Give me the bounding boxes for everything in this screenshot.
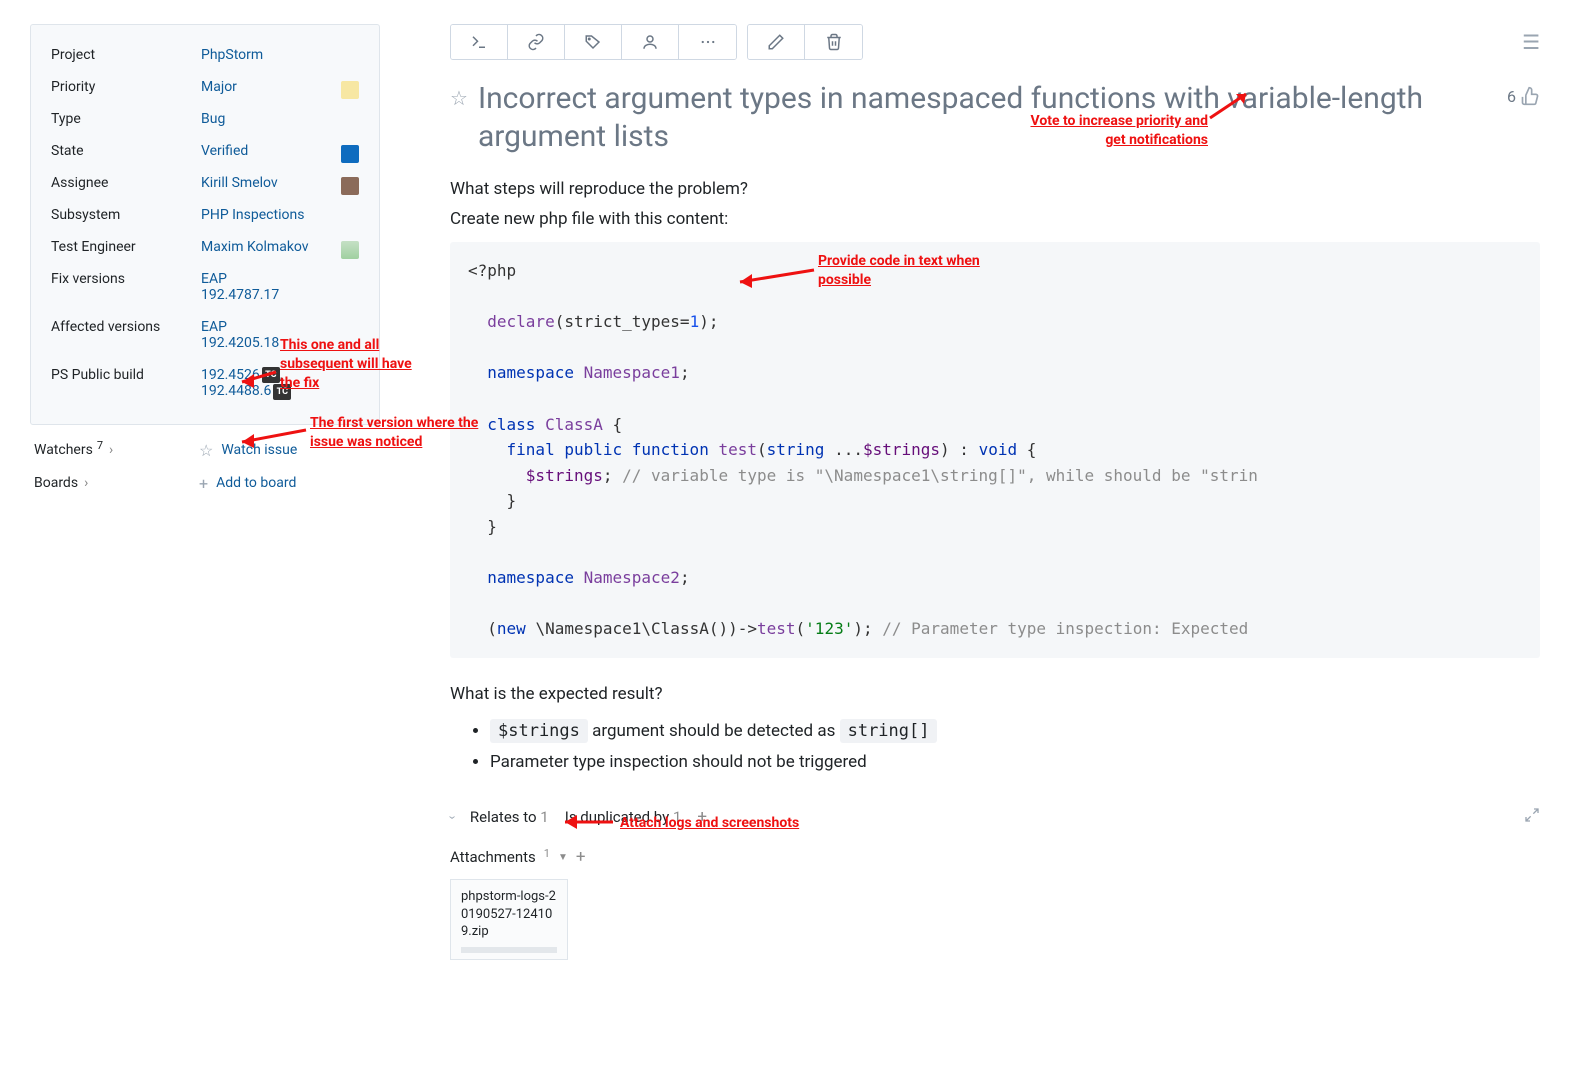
priority-color-chip xyxy=(341,81,359,99)
caret-down-icon[interactable]: ▼ xyxy=(558,852,568,863)
teamcity-icon: TC xyxy=(262,367,280,383)
vote-count: 6 xyxy=(1507,87,1516,106)
field-label-priority: Priority xyxy=(51,79,201,95)
watchers-toggle[interactable]: Watchers7› xyxy=(34,442,199,458)
assignee-avatar xyxy=(341,177,359,195)
affected-versions-eap[interactable]: EAP xyxy=(201,319,227,335)
issue-toolbar: ☰ xyxy=(450,24,1540,60)
ps-build-1[interactable]: 192.4526 xyxy=(201,367,260,383)
field-value-project[interactable]: PhpStorm xyxy=(201,47,263,63)
code-sample: <?php declare(strict_types=1); namespace… xyxy=(450,242,1540,658)
edit-button[interactable] xyxy=(748,25,805,59)
teamcity-icon: TC xyxy=(273,384,291,400)
star-issue-icon[interactable]: ☆ xyxy=(450,86,468,110)
attachment-card[interactable]: phpstorm-logs-20190527-124109.zip xyxy=(450,879,568,960)
reproduce-instruction: Create new php file with this content: xyxy=(450,207,1540,233)
expand-icon[interactable] xyxy=(1524,807,1540,827)
expected-list: $strings argument should be detected as … xyxy=(450,716,1540,777)
field-label-type: Type xyxy=(51,111,201,127)
more-button[interactable] xyxy=(679,25,736,59)
reproduce-question: What steps will reproduce the problem? xyxy=(450,177,1540,203)
add-link-icon[interactable]: + xyxy=(697,807,707,827)
add-attachment-icon[interactable]: + xyxy=(576,847,586,867)
view-mode-icon[interactable]: ☰ xyxy=(1522,30,1540,54)
link-button[interactable] xyxy=(508,25,565,59)
expect-code-1: $strings xyxy=(490,719,588,743)
attachment-filename: phpstorm-logs-20190527-124109.zip xyxy=(461,889,556,939)
field-label-state: State xyxy=(51,143,201,159)
issue-links-row: › Relates to 1 Is duplicated by 1 + xyxy=(450,807,1540,827)
assign-button[interactable] xyxy=(622,25,679,59)
expect-code-2: string[] xyxy=(840,719,938,743)
field-label-project: Project xyxy=(51,47,201,63)
field-value-subsystem[interactable]: PHP Inspections xyxy=(201,207,304,223)
delete-button[interactable] xyxy=(805,25,862,59)
plus-icon: + xyxy=(199,474,208,493)
chevron-right-icon[interactable]: › xyxy=(444,815,459,819)
field-label-subsystem: Subsystem xyxy=(51,207,201,223)
field-label-affected-versions: Affected versions xyxy=(51,319,201,335)
relates-label[interactable]: Relates to xyxy=(470,808,537,826)
field-value-type[interactable]: Bug xyxy=(201,111,225,127)
expect-item-2: Parameter type inspection should not be … xyxy=(490,747,1540,778)
field-label-ps-build: PS Public build xyxy=(51,367,201,383)
tag-button[interactable] xyxy=(565,25,622,59)
field-value-priority[interactable]: Major xyxy=(201,79,237,95)
fix-versions-number[interactable]: 192.4787.17 xyxy=(201,287,279,303)
boards-toggle[interactable]: Boards› xyxy=(34,475,199,491)
field-value-test-engineer[interactable]: Maxim Kolmakov xyxy=(201,239,309,255)
duplicated-label[interactable]: Is duplicated by xyxy=(565,808,669,826)
ps-build-2[interactable]: 192.4488.6 xyxy=(201,383,271,399)
expected-question: What is the expected result? xyxy=(450,684,1540,704)
star-outline-icon: ☆ xyxy=(199,441,213,460)
issue-fields-panel: Project PhpStorm Priority Major Type Bug… xyxy=(30,24,380,425)
field-label-fix-versions: Fix versions xyxy=(51,271,201,287)
field-label-test-engineer: Test Engineer xyxy=(51,239,201,255)
fix-versions-eap[interactable]: EAP xyxy=(201,271,227,287)
add-to-board-link[interactable]: Add to board xyxy=(216,475,296,491)
field-label-assignee: Assignee xyxy=(51,175,201,191)
command-button[interactable] xyxy=(451,25,508,59)
affected-versions-number[interactable]: 192.4205.18 xyxy=(201,335,279,351)
attachments-label: Attachments xyxy=(450,848,536,866)
field-value-assignee[interactable]: Kirill Smelov xyxy=(201,175,278,191)
thumbs-up-icon xyxy=(1520,86,1540,106)
watch-issue-link[interactable]: Watch issue xyxy=(221,442,297,458)
field-value-state[interactable]: Verified xyxy=(201,143,248,159)
test-engineer-avatar xyxy=(341,241,359,259)
issue-title: Incorrect argument types in namespaced f… xyxy=(478,80,1497,155)
attachment-preview-bar xyxy=(461,947,557,953)
state-color-chip xyxy=(341,145,359,163)
vote-widget[interactable]: 6 xyxy=(1507,86,1540,106)
